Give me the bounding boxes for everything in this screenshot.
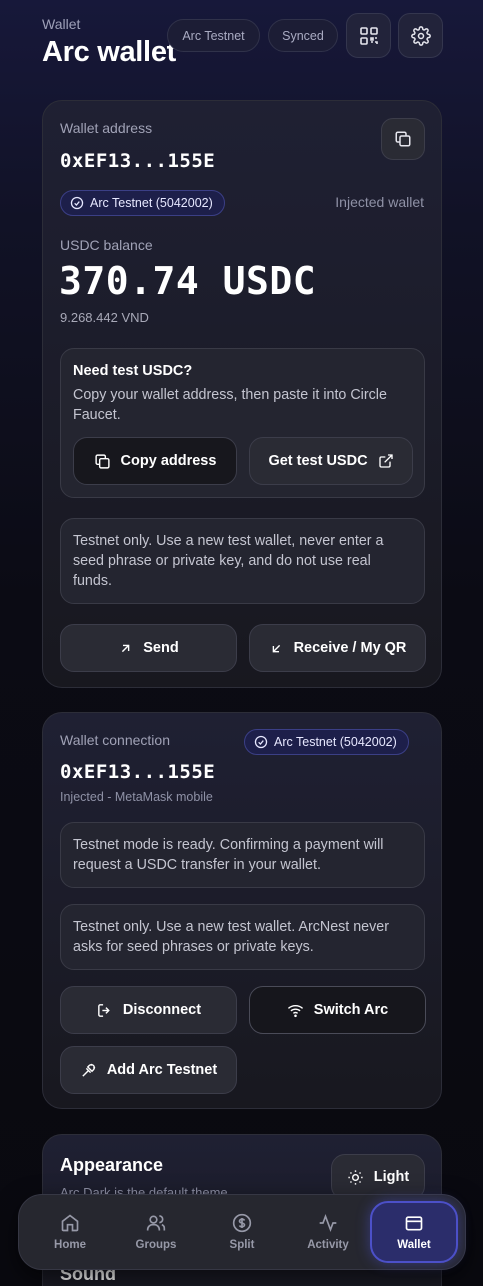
nav-item-wallet[interactable]: Wallet bbox=[370, 1201, 458, 1263]
nav-label-home: Home bbox=[54, 1239, 86, 1251]
send-button[interactable]: Send bbox=[60, 624, 237, 672]
connection-network-chip: Arc Testnet (5042002) bbox=[244, 729, 409, 755]
testnet-warning: Testnet only. Use a new test wallet, nev… bbox=[60, 518, 425, 604]
home-icon bbox=[61, 1214, 79, 1232]
get-test-usdc-label: Get test USDC bbox=[268, 453, 368, 469]
ready-note: Testnet mode is ready. Confirming a paym… bbox=[60, 822, 425, 888]
nav-item-home[interactable]: Home bbox=[28, 1201, 112, 1263]
connection-network-chip-label: Arc Testnet (5042002) bbox=[274, 735, 397, 749]
appearance-title: Appearance bbox=[60, 1155, 164, 1175]
arrow-down-left-icon bbox=[272, 644, 280, 652]
get-test-usdc-button[interactable]: Get test USDC bbox=[249, 437, 413, 485]
wallet-icon bbox=[405, 1216, 423, 1231]
switch-arc-button[interactable]: Switch Arc bbox=[249, 986, 426, 1034]
nav-item-groups[interactable]: Groups bbox=[114, 1201, 198, 1263]
activity-icon bbox=[319, 1213, 337, 1233]
gear-icon bbox=[410, 25, 431, 46]
copy-address-button[interactable]: Copy address bbox=[73, 437, 237, 485]
network-pill[interactable]: Arc Testnet bbox=[167, 19, 260, 52]
disconnect-label: Disconnect bbox=[122, 1002, 202, 1018]
check-circle-icon bbox=[70, 196, 84, 210]
logout-icon bbox=[98, 1003, 110, 1017]
add-arc-testnet-button[interactable]: Add Arc Testnet bbox=[60, 1046, 237, 1094]
copy-icon bbox=[94, 453, 110, 469]
theme-light-label: Light bbox=[373, 1169, 410, 1185]
sun-icon bbox=[348, 1169, 363, 1185]
wallet-connection-label: Wallet connection bbox=[60, 732, 170, 748]
nav-label-wallet: Wallet bbox=[397, 1239, 431, 1251]
faucet-text: Copy your wallet address, then paste it … bbox=[73, 387, 387, 423]
dollar-icon bbox=[232, 1213, 252, 1233]
wallet-type: Injected wallet bbox=[335, 194, 424, 210]
qr-code-icon bbox=[359, 26, 378, 45]
wallet-provider: Injected - MetaMask mobile bbox=[60, 790, 213, 804]
testnet-warning-text: Testnet only. Use a new test wallet, nev… bbox=[73, 533, 384, 589]
external-link-icon bbox=[378, 454, 393, 468]
disconnect-button[interactable]: Disconnect bbox=[60, 986, 237, 1034]
page-subtitle: Wallet bbox=[42, 16, 81, 32]
page-title: Arc wallet bbox=[42, 36, 176, 68]
wallet-address-label: Wallet address bbox=[60, 120, 153, 136]
nav-label-activity: Activity bbox=[307, 1239, 349, 1251]
copy-icon bbox=[395, 131, 411, 147]
sync-status-pill: Synced bbox=[268, 19, 338, 52]
nav-item-activity[interactable]: Activity bbox=[286, 1201, 370, 1263]
safety-note-text: Testnet only. Use a new test wallet. Arc… bbox=[73, 919, 389, 955]
copy-address-icon-button[interactable] bbox=[381, 118, 425, 160]
nav-label-split: Split bbox=[229, 1239, 255, 1251]
wifi-icon bbox=[287, 1004, 303, 1017]
connected-address: 0xEF13...155E bbox=[60, 761, 216, 783]
send-label: Send bbox=[143, 640, 179, 656]
receive-label: Receive / My QR bbox=[293, 640, 407, 656]
network-chip: Arc Testnet (5042002) bbox=[60, 190, 225, 216]
nav-item-split[interactable]: Split bbox=[200, 1201, 284, 1263]
plug-icon bbox=[82, 1063, 96, 1077]
wallet-address: 0xEF13...155E bbox=[60, 150, 216, 172]
faucet-box: Need test USDC? Copy your wallet address… bbox=[60, 348, 425, 498]
settings-button[interactable] bbox=[398, 13, 443, 58]
users-icon bbox=[146, 1215, 166, 1231]
balance-label: USDC balance bbox=[60, 237, 153, 253]
nav-label-groups: Groups bbox=[135, 1239, 177, 1251]
arrow-up-right-icon bbox=[122, 644, 130, 652]
balance-fiat: 9.268.442 VND bbox=[60, 310, 149, 325]
safety-note: Testnet only. Use a new test wallet. Arc… bbox=[60, 904, 425, 970]
ready-note-text: Testnet mode is ready. Confirming a paym… bbox=[73, 837, 384, 873]
receive-button[interactable]: Receive / My QR bbox=[249, 624, 426, 672]
qr-code-button[interactable] bbox=[346, 13, 391, 58]
check-circle-icon bbox=[254, 735, 268, 749]
faucet-title: Need test USDC? bbox=[73, 363, 193, 379]
bottom-nav: Home Groups Split Activity Wallet bbox=[18, 1194, 466, 1270]
network-chip-label: Arc Testnet (5042002) bbox=[90, 196, 213, 210]
copy-address-label: Copy address bbox=[120, 453, 217, 469]
balance-amount: 370.74 USDC bbox=[59, 259, 317, 303]
switch-arc-label: Switch Arc bbox=[313, 1002, 389, 1018]
wallet-connection-card: Wallet connection Arc Testnet (5042002) … bbox=[42, 712, 442, 1109]
add-arc-testnet-label: Add Arc Testnet bbox=[106, 1062, 218, 1078]
wallet-card: Wallet address 0xEF13...155E Arc Testnet… bbox=[42, 100, 442, 688]
